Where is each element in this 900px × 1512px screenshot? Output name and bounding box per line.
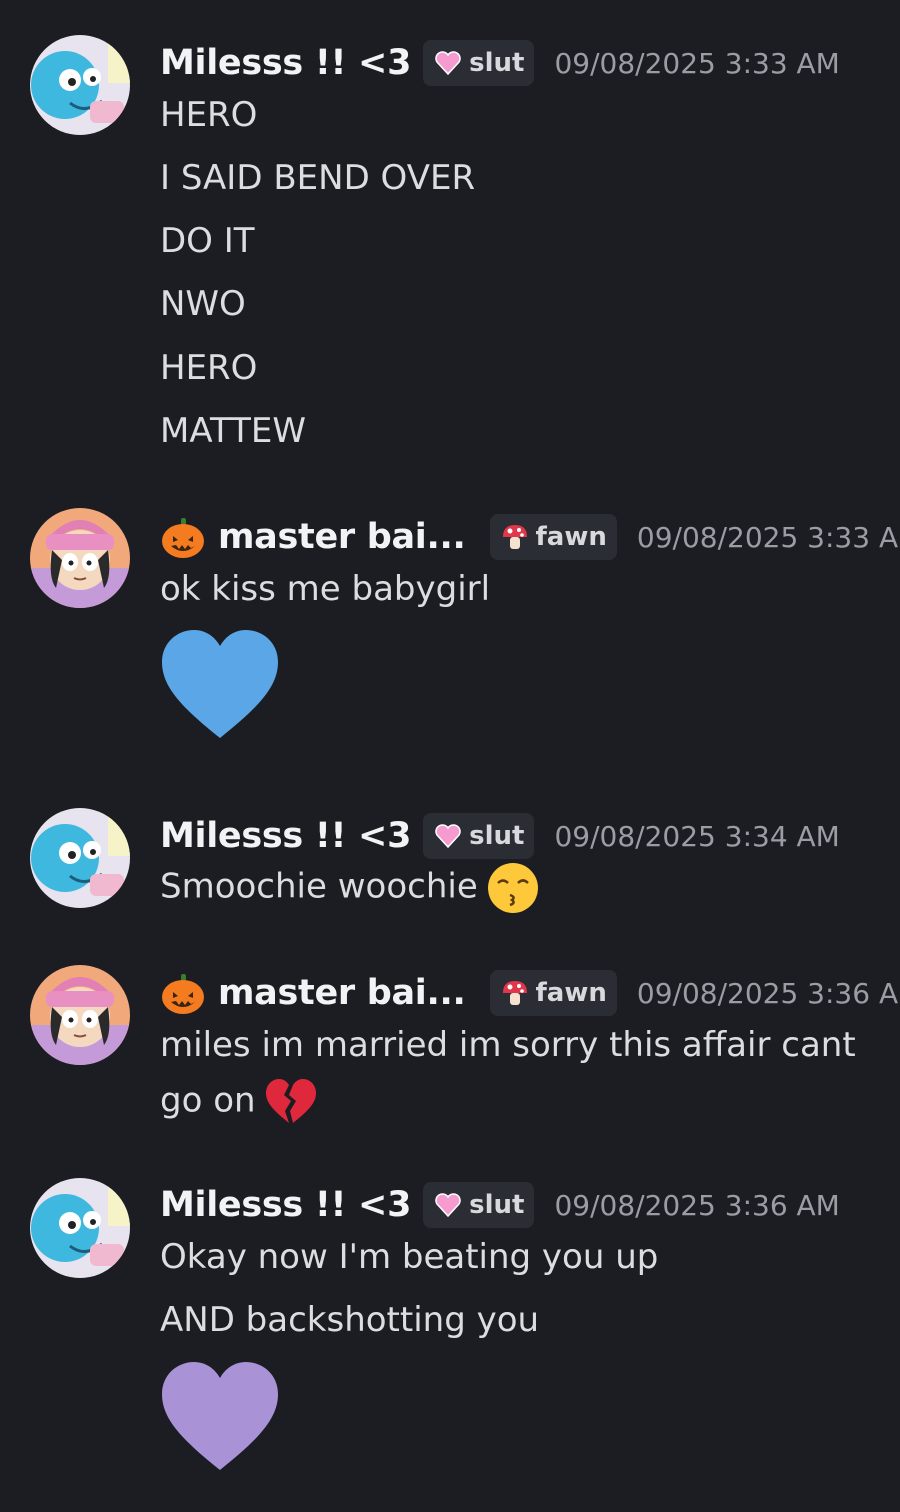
role-tag[interactable]: fawn — [489, 970, 617, 1016]
message-text: miles im married im sorry this affair ca… — [160, 1025, 856, 1065]
chat-log: Milesss !! <3 slut 09/08/2025 3:33 AM HE… — [0, 0, 900, 1512]
message-header: master bai... fawn 09/08/2025 3:36 AM — [160, 969, 900, 1017]
pink-heart-icon — [433, 1190, 463, 1220]
pink-heart-icon — [433, 821, 463, 851]
broken-heart-icon[interactable] — [264, 1075, 318, 1129]
message-text: ok kiss me babygirl — [160, 569, 491, 609]
message-text: MATTEW — [160, 411, 306, 451]
avatar-master-bai[interactable] — [30, 965, 130, 1065]
purple-heart-icon[interactable] — [160, 1360, 280, 1472]
message-text: Smoochie woochie — [160, 866, 478, 907]
username[interactable]: Milesss !! <3 — [160, 1185, 411, 1225]
kissing-face-icon[interactable] — [486, 861, 540, 915]
timestamp[interactable]: 09/08/2025 3:36 AM — [554, 1189, 839, 1222]
role-tag[interactable]: fawn — [489, 514, 617, 560]
message-header: Milesss !! <3 slut 09/08/2025 3:34 AM — [160, 812, 840, 860]
timestamp[interactable]: 09/08/2025 3:34 AM — [554, 820, 839, 853]
message-text: AND backshotting you — [160, 1300, 540, 1340]
message-text: NWO — [160, 284, 246, 324]
message-text: HERO — [160, 348, 258, 388]
message-header: Milesss !! <3 slut 09/08/2025 3:36 AM — [160, 1181, 840, 1229]
username[interactable]: master bai... — [218, 517, 466, 557]
message-header: master bai... fawn 09/08/2025 3:33 AM — [160, 513, 900, 561]
avatar-milesss[interactable] — [30, 35, 130, 135]
tag-label: fawn — [535, 978, 607, 1008]
mushroom-icon — [500, 522, 530, 552]
avatar-milesss[interactable] — [30, 808, 130, 908]
tag-label: slut — [469, 1190, 525, 1220]
username[interactable]: Milesss !! <3 — [160, 43, 411, 83]
role-tag[interactable]: slut — [423, 813, 535, 859]
message-line: go on — [160, 1075, 318, 1129]
message-text: HERO — [160, 95, 258, 135]
message-text: DO IT — [160, 221, 255, 261]
message-text: Okay now I'm beating you up — [160, 1237, 659, 1277]
pink-heart-icon — [433, 48, 463, 78]
message-line: Smoochie woochie — [160, 861, 540, 915]
mushroom-icon — [500, 978, 530, 1008]
tag-label: fawn — [535, 522, 607, 552]
role-tag[interactable]: slut — [423, 1182, 535, 1228]
avatar-milesss[interactable] — [30, 1178, 130, 1278]
message-text: go on — [160, 1080, 256, 1121]
avatar-master-bai[interactable] — [30, 508, 130, 608]
timestamp[interactable]: 09/08/2025 3:36 AM — [637, 977, 900, 1010]
message-text: I SAID BEND OVER — [160, 158, 476, 198]
pumpkin-icon — [160, 514, 206, 560]
tag-label: slut — [469, 821, 525, 851]
role-tag[interactable]: slut — [423, 40, 535, 86]
username[interactable]: master bai... — [218, 973, 466, 1013]
timestamp[interactable]: 09/08/2025 3:33 AM — [554, 47, 839, 80]
blue-heart-icon[interactable] — [160, 628, 280, 740]
username[interactable]: Milesss !! <3 — [160, 816, 411, 856]
message-header: Milesss !! <3 slut 09/08/2025 3:33 AM — [160, 39, 840, 87]
pumpkin-icon — [160, 970, 206, 1016]
tag-label: slut — [469, 48, 525, 78]
timestamp[interactable]: 09/08/2025 3:33 AM — [637, 521, 900, 554]
